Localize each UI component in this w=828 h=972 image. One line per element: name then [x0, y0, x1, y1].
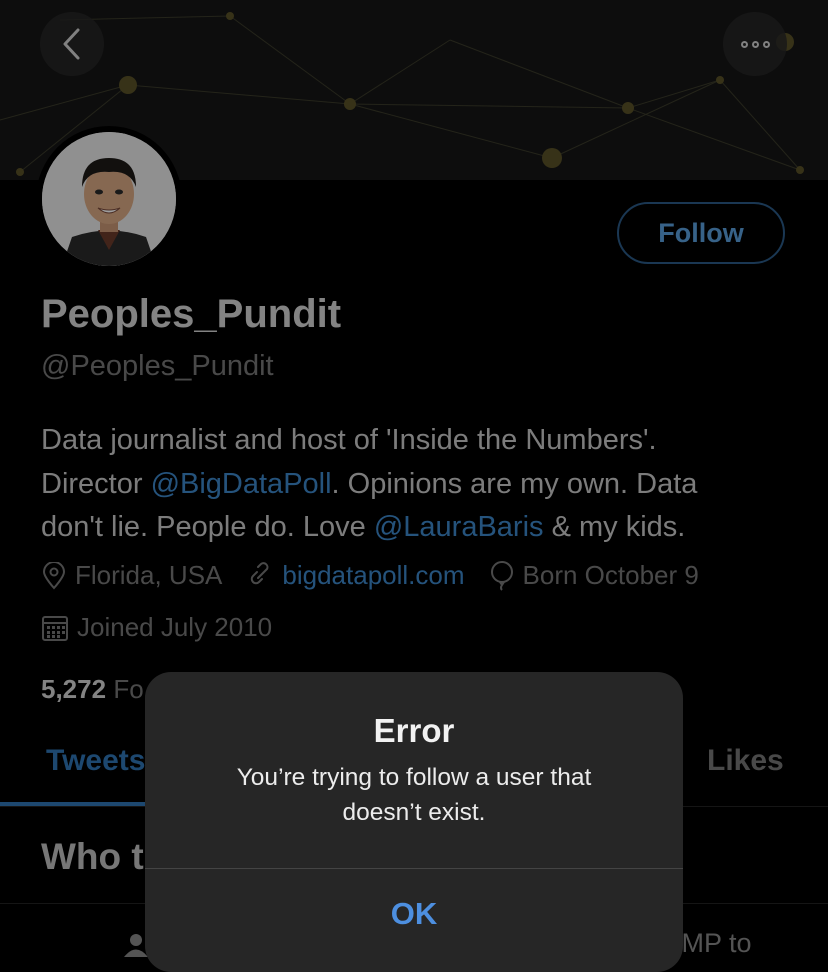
- error-alert-dialog: Error You’re trying to follow a user tha…: [145, 672, 683, 972]
- alert-title: Error: [373, 712, 455, 749]
- alert-message: You’re trying to follow a user that does…: [236, 764, 592, 826]
- ok-button[interactable]: OK: [145, 869, 683, 959]
